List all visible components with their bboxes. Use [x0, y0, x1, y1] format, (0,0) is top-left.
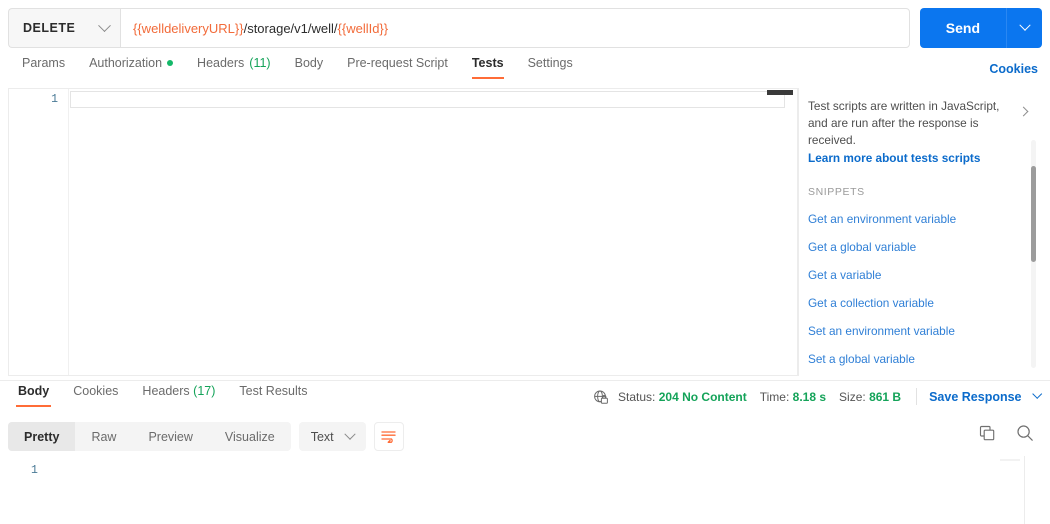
size-text: Size: 861 B — [839, 390, 901, 404]
tab-tests[interactable]: Tests — [460, 56, 516, 79]
format-raw[interactable]: Raw — [75, 422, 132, 451]
snippets-section-title: SNIPPETS — [808, 186, 865, 199]
editor-gutter: 1 — [9, 89, 69, 375]
snippets-scrollbar-thumb[interactable] — [1031, 166, 1036, 262]
response-action-icons — [979, 424, 1034, 442]
tab-label: Body — [18, 384, 50, 398]
postman-request-window: DELETE {{welldeliveryURL}}/storage/v1/we… — [0, 0, 1050, 524]
tab-headers[interactable]: Headers (11) — [185, 56, 283, 79]
url-bar: DELETE {{welldeliveryURL}}/storage/v1/we… — [8, 8, 1042, 48]
snippet-item[interactable]: Set a collection variable — [808, 373, 1034, 376]
tab-label: Headers — [142, 384, 190, 398]
tab-label: Test Results — [239, 384, 308, 398]
tab-label: Settings — [527, 56, 573, 70]
tab-label: Authorization — [89, 56, 163, 70]
tab-label: Cookies — [73, 384, 119, 398]
tab-label: Headers — [197, 56, 245, 70]
time-text: Time: 8.18 s — [760, 390, 826, 404]
tab-pre-request-script[interactable]: Pre-request Script — [335, 56, 460, 79]
time-value: 8.18 s — [792, 389, 827, 404]
chevron-down-icon — [98, 18, 111, 32]
search-icon[interactable] — [1016, 424, 1034, 442]
editor-line-number: 1 — [51, 93, 58, 106]
status-label: Status: — [618, 389, 656, 404]
tab-settings[interactable]: Settings — [516, 56, 585, 79]
url-text: {{welldeliveryURL}}/storage/v1/well/{{we… — [133, 21, 388, 36]
url-input[interactable]: {{welldeliveryURL}}/storage/v1/well/{{we… — [120, 8, 910, 48]
copy-icon[interactable] — [979, 425, 996, 442]
chevron-down-icon — [344, 428, 356, 440]
status-value: 204 No Content — [658, 389, 747, 404]
editor-active-line[interactable] — [70, 91, 785, 108]
tab-authorization[interactable]: Authorization — [77, 56, 185, 79]
snippets-list: Get an environment variable Get a global… — [800, 205, 1042, 376]
snippet-item[interactable]: Get a collection variable — [808, 289, 1034, 317]
size-value: 861 B — [869, 389, 902, 404]
tab-body[interactable]: Body — [283, 56, 336, 79]
format-segmented-control: Pretty Raw Preview Visualize — [8, 422, 291, 451]
response-separator — [0, 380, 1050, 381]
tab-label: Tests — [471, 56, 504, 70]
snippet-item[interactable]: Set a global variable — [808, 345, 1034, 373]
snippets-intro-text: Test scripts are written in JavaScript, … — [808, 99, 1000, 147]
snippet-item[interactable]: Get an environment variable — [808, 205, 1034, 233]
tab-label: Params — [22, 56, 66, 70]
snippet-item[interactable]: Set an environment variable — [808, 317, 1034, 345]
editor-scrollbar-thumb[interactable] — [767, 90, 793, 95]
response-line-number: 1 — [31, 464, 38, 477]
headers-count: (11) — [249, 56, 271, 70]
format-visualize[interactable]: Visualize — [209, 422, 291, 451]
snippet-item[interactable]: Get a variable — [808, 261, 1034, 289]
snippet-item[interactable]: Get a global variable — [808, 233, 1034, 261]
format-preview[interactable]: Preview — [132, 422, 208, 451]
snippets-intro: Test scripts are written in JavaScript, … — [800, 88, 1042, 165]
size-label: Size: — [839, 389, 866, 404]
response-tab-test-results[interactable]: Test Results — [227, 384, 319, 407]
chevron-down-icon — [1018, 19, 1031, 31]
expand-panel-button[interactable] — [1018, 106, 1032, 120]
time-label: Time: — [759, 389, 790, 404]
send-options-button[interactable] — [1006, 8, 1042, 48]
content-type-label: Text — [310, 429, 334, 444]
request-tab-bar: Params Authorization Headers (11) Body P… — [0, 56, 1050, 86]
auth-configured-dot-icon — [167, 60, 174, 66]
chevron-down-icon — [1032, 388, 1043, 399]
network-secure-icon[interactable] — [593, 389, 609, 405]
send-button-group: Send — [919, 8, 1042, 48]
chevron-right-icon — [1018, 106, 1029, 117]
editor-snippets-divider — [798, 88, 799, 376]
tab-label: Body — [294, 56, 324, 70]
http-method-select[interactable]: DELETE — [8, 8, 120, 48]
tests-script-editor[interactable]: 1 — [8, 88, 798, 376]
tab-params[interactable]: Params — [10, 56, 77, 79]
response-scroll-mark — [1000, 459, 1020, 461]
url-path: /storage/v1/well/ — [243, 20, 338, 36]
save-response-label: Save Response — [929, 389, 1022, 404]
response-tab-headers[interactable]: Headers (17) — [130, 384, 227, 407]
http-method-label: DELETE — [23, 21, 76, 35]
tab-label: Pre-request Script — [347, 56, 448, 70]
url-variable-id: {{wellId}} — [337, 20, 389, 36]
divider — [916, 388, 918, 405]
save-response-button[interactable]: Save Response — [929, 388, 1043, 404]
cookies-link[interactable]: Cookies — [989, 62, 1038, 76]
response-headers-count: (17) — [193, 384, 216, 398]
snippets-panel: Test scripts are written in JavaScript, … — [800, 88, 1042, 376]
wrap-lines-button[interactable] — [373, 422, 404, 451]
response-format-toolbar: Pretty Raw Preview Visualize Text — [8, 422, 404, 451]
url-variable-base: {{welldeliveryURL}} — [133, 20, 244, 36]
format-pretty[interactable]: Pretty — [8, 422, 76, 451]
response-status-bar: Status: 204 No Content Time: 8.18 s Size… — [593, 388, 1043, 405]
status-text: Status: 204 No Content — [618, 390, 747, 404]
response-tab-bar: Body Cookies Headers (17) Test Results — [6, 384, 319, 410]
response-tab-body[interactable]: Body — [6, 384, 61, 407]
content-type-select[interactable]: Text — [298, 422, 366, 451]
send-button[interactable]: Send — [919, 8, 1006, 48]
learn-more-link[interactable]: Learn more about tests scripts — [808, 151, 1010, 165]
response-tab-cookies[interactable]: Cookies — [61, 384, 130, 407]
response-body-viewer[interactable]: 1 — [0, 456, 1050, 524]
response-scrollbar-rail[interactable] — [1024, 456, 1025, 524]
